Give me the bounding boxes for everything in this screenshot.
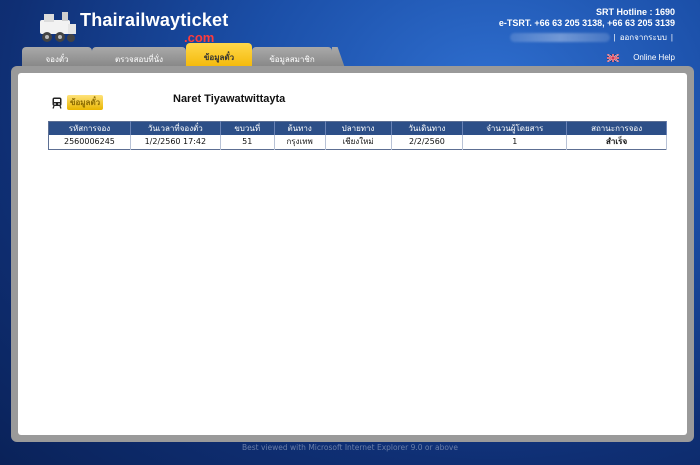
cell-booking-code[interactable]: 2560006245 <box>48 135 131 149</box>
footer-note: Best viewed with Microsoft Internet Expl… <box>242 443 458 452</box>
train-icon <box>52 97 62 109</box>
cell-booking-datetime: 1/2/2560 17:42 <box>130 135 221 149</box>
content-area: ข้อมูลตั๋ว Naret Tiyawatwittayta รหัสการ… <box>18 73 687 435</box>
cell-passenger-count: 1 <box>462 135 568 149</box>
blurred-username <box>509 33 610 42</box>
booking-table: รหัสการจอง วันเวลาที่จองตั๋ว ขบวนที่ ต้น… <box>48 121 667 150</box>
brand-name: Thairailwayticket <box>80 10 229 30</box>
cell-travel-date: 2/2/2560 <box>391 135 464 149</box>
train-logo-icon <box>40 12 76 42</box>
cell-train-no: 51 <box>220 135 275 149</box>
esrt-phone: e-TSRT. +66 63 205 3138, +66 63 205 3139 <box>498 18 675 28</box>
cell-booking-status: สำเร็จ <box>566 135 667 149</box>
col-destination: ปลายทาง <box>325 121 392 135</box>
col-booking-datetime: วันเวลาที่จองตั๋ว <box>130 121 221 135</box>
user-bar: | ออกจากระบบ | <box>509 31 673 44</box>
uk-flag-icon[interactable] <box>607 53 620 62</box>
logout-link[interactable]: ออกจากระบบ <box>620 31 667 44</box>
col-train-no: ขบวนที่ <box>220 121 275 135</box>
online-help-link[interactable]: Online Help <box>633 53 675 62</box>
separator: | <box>670 33 673 42</box>
col-origin: ต้นทาง <box>274 121 326 135</box>
col-booking-code: รหัสการจอง <box>48 121 131 135</box>
content-panel: ข้อมูลตั๋ว Naret Tiyawatwittayta รหัสการ… <box>11 66 694 442</box>
section-header: ข้อมูลตั๋ว <box>51 95 104 110</box>
hotline-info: SRT Hotline : 1690 e-TSRT. +66 63 205 31… <box>499 7 675 29</box>
section-title: ข้อมูลตั๋ว <box>67 95 104 110</box>
cell-destination: เชียงใหม่ <box>325 135 392 149</box>
help-bar: Online Help <box>607 53 675 62</box>
table-row[interactable]: 2560006245 1/2/2560 17:42 51 กรุงเทพ เชี… <box>48 135 667 149</box>
passenger-name: Naret Tiyawatwittayta <box>173 93 286 105</box>
col-passenger-count: จำนวนผู้โดยสาร <box>462 121 568 135</box>
separator: | <box>613 33 616 42</box>
col-travel-date: วันเดินทาง <box>391 121 464 135</box>
col-booking-status: สถานะการจอง <box>566 121 667 135</box>
site-logo[interactable]: Thairailwayticket .com <box>38 8 278 48</box>
table-header-row: รหัสการจอง วันเวลาที่จองตั๋ว ขบวนที่ ต้น… <box>48 121 667 135</box>
srt-hotline: SRT Hotline : 1690 <box>595 7 675 17</box>
cell-origin: กรุงเทพ <box>274 135 326 149</box>
